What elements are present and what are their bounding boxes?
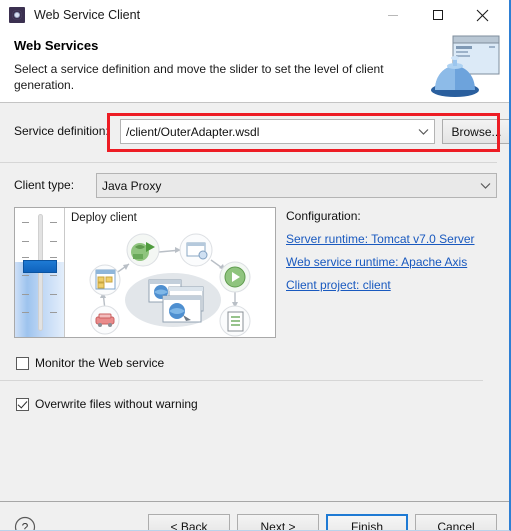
title-bar: Web Service Client: [0, 0, 509, 30]
wizard-header: Web Services Select a service definition…: [0, 30, 509, 103]
checkbox-monitor[interactable]: [16, 356, 29, 370]
generation-level-slider[interactable]: [15, 208, 65, 337]
dialog-footer: ? < Back Next > Finish Cancel: [0, 501, 509, 531]
slider-tick: [22, 257, 29, 258]
finish-button[interactable]: Finish: [326, 514, 408, 530]
link-web-service-runtime[interactable]: Web service runtime: Apache Axis: [286, 255, 501, 269]
link-server-runtime[interactable]: Server runtime: Tomcat v7.0 Server: [286, 232, 501, 246]
window-title: Web Service Client: [34, 8, 141, 22]
help-icon[interactable]: ?: [14, 516, 36, 531]
slider-tick: [50, 241, 57, 242]
cancel-button[interactable]: Cancel: [415, 514, 497, 530]
slider-tick: [22, 241, 29, 242]
back-button[interactable]: < Back: [148, 514, 230, 530]
slider-tick: [50, 312, 57, 313]
slider-tick: [22, 275, 29, 276]
slider-tick: [50, 257, 57, 258]
client-type-value[interactable]: Java Proxy: [97, 179, 474, 193]
client-generation-illustration: Deploy client: [14, 207, 276, 338]
chevron-down-icon[interactable]: [474, 182, 496, 190]
separator: [0, 162, 497, 163]
window-controls: [370, 0, 505, 30]
configuration-block: Configuration: Server runtime: Tomcat v7…: [286, 209, 501, 301]
configuration-title: Configuration:: [286, 209, 361, 223]
web-service-banner-icon: [431, 35, 500, 97]
service-definition-combo[interactable]: /client/OuterAdapter.wsdl: [120, 119, 435, 144]
checkbox-monitor-label: Monitor the Web service: [35, 356, 165, 370]
next-button[interactable]: Next >: [237, 514, 319, 530]
client-type-combo[interactable]: Java Proxy: [96, 173, 497, 198]
slider-tick: [22, 222, 29, 223]
maximize-icon[interactable]: [415, 1, 460, 30]
dialog-window: Web Service Client Web Services Select a…: [0, 0, 511, 531]
checkbox-row-overwrite[interactable]: Overwrite files without warning: [16, 397, 198, 411]
service-definition-label: Service definition:: [14, 124, 109, 138]
button-bar: < Back Next > Finish Cancel: [148, 514, 497, 530]
checkbox-overwrite-label: Overwrite files without warning: [35, 397, 198, 411]
separator: [0, 380, 483, 381]
slider-tick: [22, 312, 29, 313]
svg-text:?: ?: [22, 521, 29, 531]
browse-button[interactable]: Browse...: [442, 119, 509, 144]
dialog-body: Service definition: /client/OuterAdapter…: [0, 103, 509, 501]
deploy-client-diagram: Deploy client: [65, 208, 275, 337]
page-title: Web Services: [14, 38, 99, 53]
chevron-down-icon[interactable]: [412, 128, 434, 136]
service-definition-value[interactable]: /client/OuterAdapter.wsdl: [121, 125, 412, 139]
workflow-diagram-icon: [89, 233, 251, 337]
client-type-row: Client type: Java Proxy: [14, 173, 497, 198]
slider-tick: [50, 275, 57, 276]
page-description: Select a service definition and move the…: [14, 62, 384, 92]
service-definition-row: Service definition: /client/OuterAdapter…: [14, 119, 509, 145]
app-gear-icon: [9, 7, 25, 23]
link-client-project[interactable]: Client project: client: [286, 278, 501, 292]
slider-tick: [50, 294, 57, 295]
slider-tick: [50, 222, 57, 223]
client-type-label: Client type:: [14, 178, 75, 192]
slider-thumb[interactable]: [23, 259, 57, 273]
checkbox-overwrite[interactable]: [16, 397, 29, 411]
checkbox-row-monitor[interactable]: Monitor the Web service: [16, 356, 164, 370]
slider-tick: [22, 294, 29, 295]
close-icon[interactable]: [460, 1, 505, 30]
minimize-icon[interactable]: [370, 1, 415, 30]
